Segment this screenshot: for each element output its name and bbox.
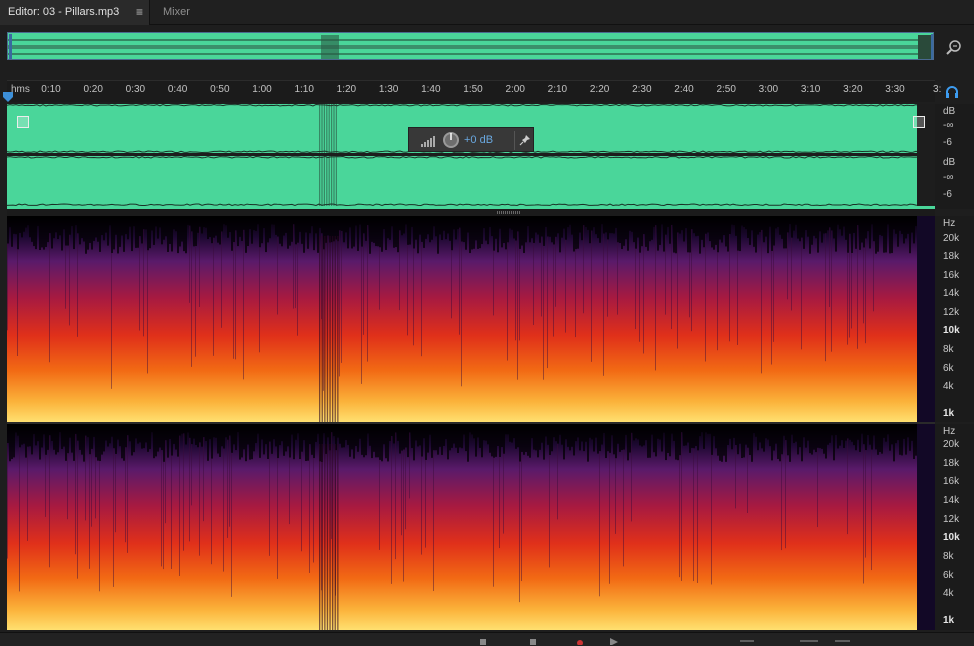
hz-label: 12k (943, 307, 960, 318)
channel-divider (7, 153, 935, 156)
pin-icon[interactable] (519, 134, 531, 146)
ruler-tick-label: 1:50 (463, 84, 483, 95)
fade-out-handle[interactable] (913, 116, 925, 128)
overview-navigator[interactable] (7, 32, 934, 60)
hud-separator (514, 131, 515, 150)
hz-label: 14k (943, 495, 960, 506)
hz-unit-label: Hz (943, 218, 956, 229)
ruler-tick-label: 3:20 (843, 84, 863, 95)
amplitude-scale: dB -∞ -6 dB -∞ -6 (935, 104, 974, 209)
fade-in-handle[interactable] (17, 116, 29, 128)
tab-bar: Editor: 03 - Pillars.mp3 ≡ Mixer (0, 0, 974, 25)
db-unit-label: dB (943, 157, 956, 168)
ruler-tick-label: 2:30 (632, 84, 652, 95)
hz-label: 8k (943, 551, 954, 562)
db-label-6: -6 (943, 137, 952, 148)
frequency-scale: Hz 20k 18k 16k 14k 12k 10k 8k 6k 4k 1k (935, 424, 974, 630)
hz-label: 4k (943, 381, 954, 392)
hz-unit-label: Hz (943, 426, 956, 437)
volume-knob[interactable] (442, 131, 460, 149)
ruler-tick-label: 2:20 (589, 84, 610, 95)
zoom-navigator-icon[interactable] (944, 37, 964, 57)
panel-menu-icon[interactable]: ≡ (136, 0, 143, 25)
ruler-tick-label: 3:00 (758, 84, 779, 95)
ruler-tick-label: 1:00 (252, 84, 272, 95)
tab-editor[interactable]: Editor: 03 - Pillars.mp3 ≡ (0, 0, 150, 25)
volume-value[interactable]: +0 dB (464, 134, 493, 146)
ruler-tick-label: 1:40 (421, 84, 441, 95)
splitter-grip[interactable] (497, 211, 521, 214)
ruler-tick-label: 0:40 (167, 84, 188, 95)
zoom-controls[interactable] (740, 635, 880, 645)
level-meter-icon (421, 136, 435, 147)
ruler-tick-label: 1:10 (294, 84, 314, 95)
ruler-tick-label: 0:30 (125, 84, 146, 95)
hz-label: 1k (943, 615, 955, 626)
transport-controls[interactable] (470, 635, 670, 645)
db-unit-label: dB (943, 106, 956, 117)
hz-label: 12k (943, 514, 960, 525)
spectral-display-channel-1[interactable] (7, 216, 935, 422)
tab-editor-label: Editor: 03 - Pillars.mp3 (8, 6, 120, 18)
hz-label: 6k (943, 363, 954, 374)
ruler-tick-label: 0:50 (210, 84, 230, 95)
hz-label: 20k (943, 233, 960, 244)
ruler-tick-label: 0:20 (83, 84, 103, 95)
ruler-tick-label: 2:40 (674, 84, 694, 95)
hz-label: 6k (943, 570, 954, 581)
hz-label: 8k (943, 344, 954, 355)
view-splitter[interactable] (7, 209, 935, 216)
ruler-tick-label: 2:50 (716, 84, 736, 95)
hz-label: 18k (943, 458, 960, 469)
ruler-tick-label: 3:10 (800, 84, 821, 95)
bottom-toolbar (0, 632, 974, 646)
playhead-marker-icon[interactable] (3, 92, 13, 102)
ruler-tick-label: 2:10 (547, 84, 568, 95)
ruler-unit-label: hms (11, 84, 30, 95)
hz-label: 1k (943, 408, 955, 419)
waveform-display[interactable] (7, 104, 935, 209)
hz-label: 14k (943, 288, 960, 299)
db-label-inf: -∞ (943, 172, 954, 183)
ruler-tick-label: 3:30 (885, 84, 905, 95)
hz-label: 10k (943, 532, 960, 543)
hz-label: 16k (943, 270, 960, 281)
ruler-tick-label: 1:20 (336, 84, 357, 95)
db-label-inf: -∞ (943, 120, 954, 131)
db-label-6: -6 (943, 189, 952, 200)
hz-label: 10k (943, 325, 960, 336)
hz-label: 16k (943, 476, 960, 487)
frequency-scale: Hz 20k 18k 16k 14k 12k 10k 8k 6k 4k 1k (935, 216, 974, 422)
hz-label: 20k (943, 439, 960, 450)
ruler-tick-label: 1:30 (378, 84, 399, 95)
headphones-icon[interactable] (944, 84, 960, 100)
hz-label: 4k (943, 588, 954, 599)
spectral-display-channel-2[interactable] (7, 424, 935, 630)
ruler-tick-label: 0:10 (41, 84, 61, 95)
time-ruler[interactable]: hms 0:10 0:20 0:30 0:40 0:50 1:00 1:10 1:20 1:30… (7, 80, 941, 102)
ruler-tick-label: 3: (933, 84, 942, 95)
volume-hud[interactable]: +0 dB (408, 127, 534, 152)
tab-mixer[interactable]: Mixer (155, 0, 198, 25)
hz-label: 18k (943, 251, 960, 262)
ruler-tick-label: 2:00 (505, 84, 525, 95)
